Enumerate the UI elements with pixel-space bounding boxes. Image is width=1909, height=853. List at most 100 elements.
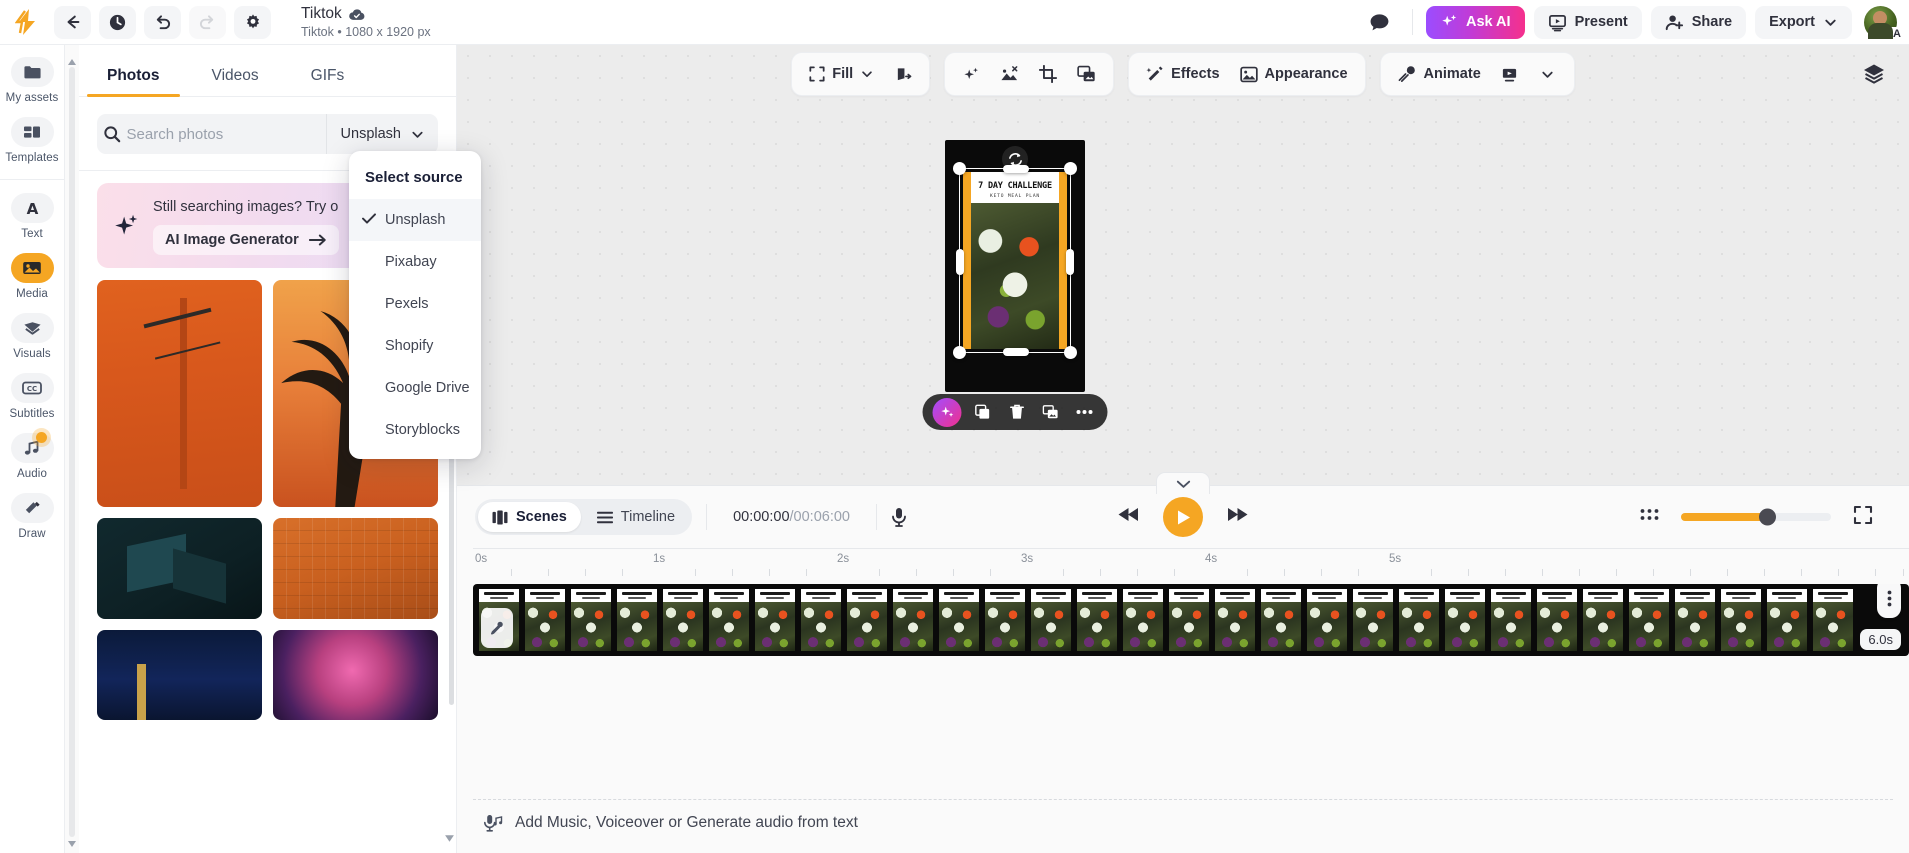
resize-handle-bottom[interactable] bbox=[1003, 348, 1029, 356]
sidebar-item-my-assets[interactable]: My assets bbox=[0, 57, 65, 104]
search-icon bbox=[97, 125, 127, 143]
resize-handle-top-left[interactable] bbox=[953, 162, 966, 175]
canvas-stage[interactable]: 7 DAY CHALLENGE KETO MEAL PLAN bbox=[922, 140, 1108, 430]
duplicate-button[interactable] bbox=[970, 399, 996, 425]
caret-down-icon[interactable] bbox=[67, 835, 77, 847]
dropdown-item-pexels[interactable]: Pexels bbox=[349, 283, 481, 325]
caret-up-icon[interactable] bbox=[67, 53, 77, 65]
remove-background-button[interactable] bbox=[991, 56, 1028, 92]
play-button[interactable] bbox=[1163, 497, 1203, 537]
resize-handle-bottom-right[interactable] bbox=[1064, 346, 1077, 359]
settings-button[interactable] bbox=[234, 5, 271, 39]
photo-thumbnail[interactable] bbox=[97, 280, 262, 507]
fullscreen-button[interactable] bbox=[1853, 505, 1891, 530]
flip-button[interactable] bbox=[885, 56, 921, 92]
tab-gifs[interactable]: GIFs bbox=[303, 67, 353, 96]
effects-button[interactable]: Effects bbox=[1137, 56, 1228, 92]
resize-handle-bottom-left[interactable] bbox=[953, 346, 966, 359]
replace-image-button[interactable] bbox=[1068, 56, 1105, 92]
sidebar-item-text[interactable]: A Text bbox=[0, 193, 65, 240]
sidebar-item-visuals[interactable]: Visuals bbox=[0, 313, 65, 360]
tab-videos[interactable]: Videos bbox=[204, 67, 267, 96]
more-button[interactable] bbox=[1072, 399, 1098, 425]
selected-element-frame[interactable]: 7 DAY CHALLENGE KETO MEAL PLAN bbox=[953, 162, 1077, 359]
toolbar-group-fit: Fill bbox=[791, 52, 931, 96]
animate-preset-button[interactable] bbox=[1492, 56, 1528, 92]
document-title[interactable]: Tiktok bbox=[301, 5, 342, 23]
sidebar-item-media[interactable]: Media bbox=[0, 253, 65, 300]
panel-scroll-down-button[interactable] bbox=[442, 831, 456, 845]
comments-button[interactable] bbox=[1360, 6, 1399, 39]
dropdown-item-shopify[interactable]: Shopify bbox=[349, 325, 481, 367]
dropdown-item-unsplash[interactable]: Unsplash bbox=[349, 199, 481, 241]
export-button[interactable]: Export bbox=[1755, 5, 1852, 39]
clip-tool-button[interactable] bbox=[481, 608, 513, 648]
picture-icon bbox=[1239, 66, 1258, 82]
zoom-slider-knob[interactable] bbox=[1759, 508, 1776, 526]
sparkles-icon bbox=[115, 214, 138, 234]
photo-thumbnail[interactable] bbox=[97, 518, 262, 619]
fill-mode-button[interactable]: Fill bbox=[800, 56, 883, 92]
add-audio-row[interactable]: Add Music, Voiceover or Generate audio f… bbox=[473, 799, 1893, 845]
back-button[interactable] bbox=[54, 5, 91, 39]
tab-label: Photos bbox=[107, 67, 160, 84]
tab-photos[interactable]: Photos bbox=[87, 67, 179, 97]
redo-button[interactable] bbox=[189, 5, 226, 39]
sidebar-item-audio[interactable]: Audio bbox=[0, 432, 65, 480]
tab-timeline[interactable]: Timeline bbox=[583, 502, 689, 532]
fast-forward-button[interactable] bbox=[1225, 506, 1249, 528]
timeline-collapse-button[interactable] bbox=[1156, 472, 1210, 494]
photo-thumbnail[interactable] bbox=[273, 630, 438, 720]
search-input[interactable] bbox=[126, 125, 326, 143]
rewind-button[interactable] bbox=[1117, 506, 1141, 528]
photo-thumbnail[interactable] bbox=[97, 630, 262, 720]
photo-thumbnail[interactable] bbox=[273, 518, 438, 619]
replace-button[interactable] bbox=[1038, 399, 1064, 425]
delete-button[interactable] bbox=[1004, 399, 1030, 425]
tab-scenes[interactable]: Scenes bbox=[478, 502, 581, 532]
media-frame-border: 7 DAY CHALLENGE KETO MEAL PLAN bbox=[963, 172, 1067, 349]
source-select-button[interactable]: Unsplash bbox=[325, 114, 438, 154]
resize-handle-top-right[interactable] bbox=[1064, 162, 1077, 175]
clip-menu-button[interactable] bbox=[1877, 584, 1901, 618]
scrollbar-thumb[interactable] bbox=[69, 67, 75, 837]
panel-scroll-strip[interactable] bbox=[65, 45, 79, 853]
magic-sparkles-icon bbox=[940, 406, 953, 417]
microphone-music-icon bbox=[484, 814, 503, 832]
enhance-button[interactable] bbox=[953, 56, 989, 92]
dropdown-item-label: Unsplash bbox=[385, 212, 446, 228]
rail-divider bbox=[0, 179, 65, 180]
share-button[interactable]: Share bbox=[1650, 5, 1747, 39]
sidebar-item-templates[interactable]: Templates bbox=[0, 117, 65, 164]
voiceover-button[interactable] bbox=[881, 499, 917, 535]
dropdown-item-google-drive[interactable]: Google Drive bbox=[349, 367, 481, 409]
animate-button[interactable]: Animate bbox=[1389, 56, 1490, 92]
timeline-zoom-slider[interactable] bbox=[1681, 508, 1831, 526]
layers-button[interactable] bbox=[1857, 57, 1891, 91]
avatar[interactable]: DA bbox=[1864, 5, 1905, 42]
ai-image-generator-button[interactable]: AI Image Generator bbox=[153, 224, 339, 255]
undo-button[interactable] bbox=[144, 5, 181, 39]
resize-handle-left[interactable] bbox=[956, 249, 964, 275]
layers-icon bbox=[1864, 64, 1884, 84]
ai-edit-button[interactable] bbox=[932, 397, 962, 427]
resize-handle-top[interactable] bbox=[1003, 165, 1029, 173]
appearance-button[interactable]: Appearance bbox=[1231, 56, 1357, 92]
crop-button[interactable] bbox=[1030, 56, 1066, 92]
filmstrip-frame bbox=[617, 589, 657, 651]
video-track[interactable]: 6.0s bbox=[473, 584, 1909, 656]
resize-handle-right[interactable] bbox=[1066, 249, 1074, 275]
sidebar-item-subtitles[interactable]: CC Subtitles bbox=[0, 373, 65, 420]
sidebar-item-draw[interactable]: Draw bbox=[0, 493, 65, 540]
version-history-button[interactable] bbox=[99, 5, 136, 39]
app-logo[interactable] bbox=[0, 9, 54, 35]
dropdown-item-storyblocks[interactable]: Storyblocks bbox=[349, 409, 481, 451]
ask-ai-button[interactable]: Ask AI bbox=[1425, 5, 1525, 39]
dropdown-item-pixabay[interactable]: Pixabay bbox=[349, 241, 481, 283]
ai-banner-content: Still searching images? Try o AI Image G… bbox=[153, 197, 339, 255]
present-button[interactable]: Present bbox=[1533, 5, 1642, 39]
document-title-row: Tiktok bbox=[301, 5, 431, 23]
grid-view-button[interactable] bbox=[1640, 508, 1659, 526]
timeline-ruler[interactable]: 0s 1s 2s 3s 4s 5s bbox=[473, 548, 1909, 576]
animate-chevron-button[interactable] bbox=[1530, 56, 1566, 92]
